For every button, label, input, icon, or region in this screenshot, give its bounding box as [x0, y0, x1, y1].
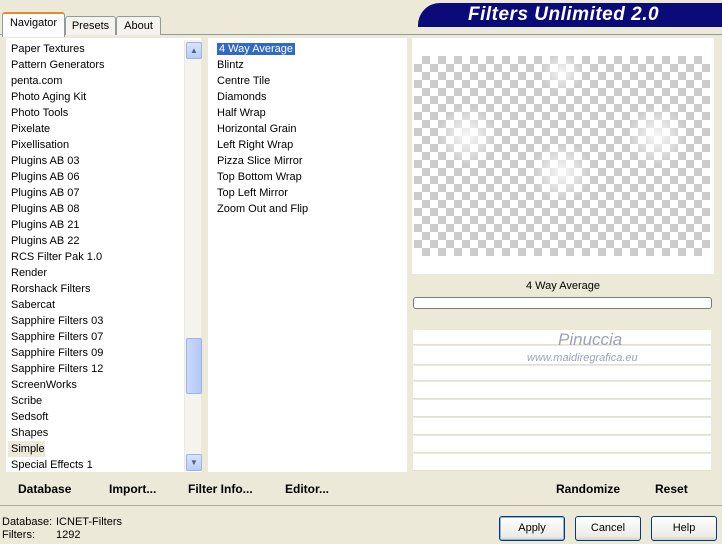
filter-item[interactable]: Pizza Slice Mirror	[214, 153, 303, 169]
filters-count: 1292	[56, 529, 81, 541]
category-item[interactable]: Simple	[8, 441, 45, 457]
category-list[interactable]: Paper Textures Pattern Generators penta.co…	[6, 38, 201, 472]
filter-item[interactable]: Half Wrap	[214, 105, 266, 121]
tab-about[interactable]: About	[116, 16, 161, 35]
filter-item-label: Top Bottom Wrap	[217, 171, 302, 183]
category-item[interactable]: RCS Filter Pak 1.0	[8, 249, 102, 265]
database-link[interactable]: Database	[18, 482, 71, 496]
category-scrollbar[interactable]: ▲ ▼	[184, 40, 202, 471]
filters-label: Filters:	[2, 529, 35, 541]
filter-item-label: Centre Tile	[217, 75, 271, 87]
reset-link[interactable]: Reset	[655, 482, 688, 496]
category-item[interactable]: Paper Textures	[8, 41, 85, 57]
divider	[0, 505, 722, 506]
filter-item[interactable]: Centre Tile	[214, 73, 270, 89]
scrollbar-thumb[interactable]	[186, 338, 202, 394]
database-value: ICNET-Filters	[56, 516, 122, 528]
scroll-down-icon[interactable]: ▼	[186, 454, 202, 471]
filter-item-label: Half Wrap	[217, 107, 266, 119]
tab-navigator[interactable]: Navigator	[2, 12, 65, 37]
filter-item[interactable]: Horizontal Grain	[214, 121, 296, 137]
filter-item-label: 4 Way Average	[217, 43, 295, 55]
category-item[interactable]: Sedsoft	[8, 409, 48, 425]
category-item[interactable]: Shapes	[8, 425, 48, 441]
preview-filter-name: 4 Way Average	[526, 280, 600, 292]
filter-item[interactable]: Zoom Out and Flip	[214, 201, 308, 217]
category-item[interactable]: Sabercat	[8, 297, 55, 313]
param-slot	[413, 382, 711, 399]
category-item[interactable]: Special Effects 1	[8, 457, 93, 473]
filter-item-label: Zoom Out and Flip	[217, 203, 309, 215]
category-item[interactable]: Plugins AB 21	[8, 217, 80, 233]
param-slot	[413, 366, 711, 381]
category-item[interactable]: Sapphire Filters 03	[8, 313, 103, 329]
cancel-button[interactable]: Cancel	[575, 516, 641, 541]
filter-item[interactable]: Blintz	[214, 57, 244, 73]
param-slot	[413, 418, 711, 435]
filter-item[interactable]: 4 Way Average	[214, 41, 295, 57]
filter-item-label: Top Left Mirror	[217, 187, 288, 199]
category-item[interactable]: Pattern Generators	[8, 57, 105, 73]
help-button[interactable]: Help	[651, 516, 717, 541]
randomize-link[interactable]: Randomize	[556, 482, 620, 496]
param-slot	[413, 400, 711, 417]
progress-bar	[413, 297, 712, 309]
category-item[interactable]: Pixelate	[8, 121, 50, 137]
category-item[interactable]: Scribe	[8, 393, 42, 409]
filter-info-link[interactable]: Filter Info...	[188, 482, 253, 496]
param-slot	[413, 436, 711, 453]
app-title: Filters Unlimited 2.0	[468, 4, 660, 25]
filter-item-label: Horizontal Grain	[217, 123, 297, 135]
watermark-name: Pinuccia	[558, 330, 623, 349]
filter-item[interactable]: Top Left Mirror	[214, 185, 288, 201]
category-item[interactable]: Plugins AB 07	[8, 185, 80, 201]
filter-item-label: Diamonds	[217, 91, 267, 103]
filter-list[interactable]: 4 Way Average Blintz Centre Tile Diamonds Ha…	[208, 38, 407, 472]
category-item[interactable]: Pixellisation	[8, 137, 69, 153]
category-item[interactable]: Plugins AB 06	[8, 169, 80, 185]
apply-button[interactable]: Apply	[499, 516, 565, 541]
import-link[interactable]: Import...	[109, 482, 156, 496]
watermark-url: www.maidiregrafica.eu	[527, 352, 638, 364]
filter-item-label: Pizza Slice Mirror	[217, 155, 303, 167]
tab-presets[interactable]: Presets	[65, 16, 116, 35]
filter-item[interactable]: Left Right Wrap	[214, 137, 293, 153]
category-item[interactable]: Render	[8, 265, 47, 281]
param-slot	[413, 454, 711, 471]
category-item[interactable]: Sapphire Filters 07	[8, 329, 103, 345]
category-item[interactable]: Plugins AB 03	[8, 153, 80, 169]
filter-item[interactable]: Top Bottom Wrap	[214, 169, 302, 185]
category-item[interactable]: Sapphire Filters 09	[8, 345, 103, 361]
filter-item-label: Blintz	[217, 59, 244, 71]
filter-item-label: Left Right Wrap	[217, 139, 294, 151]
category-item[interactable]: Plugins AB 08	[8, 201, 80, 217]
category-item[interactable]: Rorshack Filters	[8, 281, 90, 297]
database-label: Database:	[2, 516, 53, 528]
category-item[interactable]: ScreenWorks	[8, 377, 77, 393]
category-item[interactable]: Sapphire Filters 12	[8, 361, 103, 377]
category-item[interactable]: Photo Tools	[8, 105, 68, 121]
editor-link[interactable]: Editor...	[285, 482, 329, 496]
filter-item[interactable]: Diamonds	[214, 89, 267, 105]
category-item[interactable]: Photo Aging Kit	[8, 89, 86, 105]
scroll-up-icon[interactable]: ▲	[186, 42, 202, 59]
category-item[interactable]: Plugins AB 22	[8, 233, 80, 249]
category-item[interactable]: penta.com	[8, 73, 62, 89]
